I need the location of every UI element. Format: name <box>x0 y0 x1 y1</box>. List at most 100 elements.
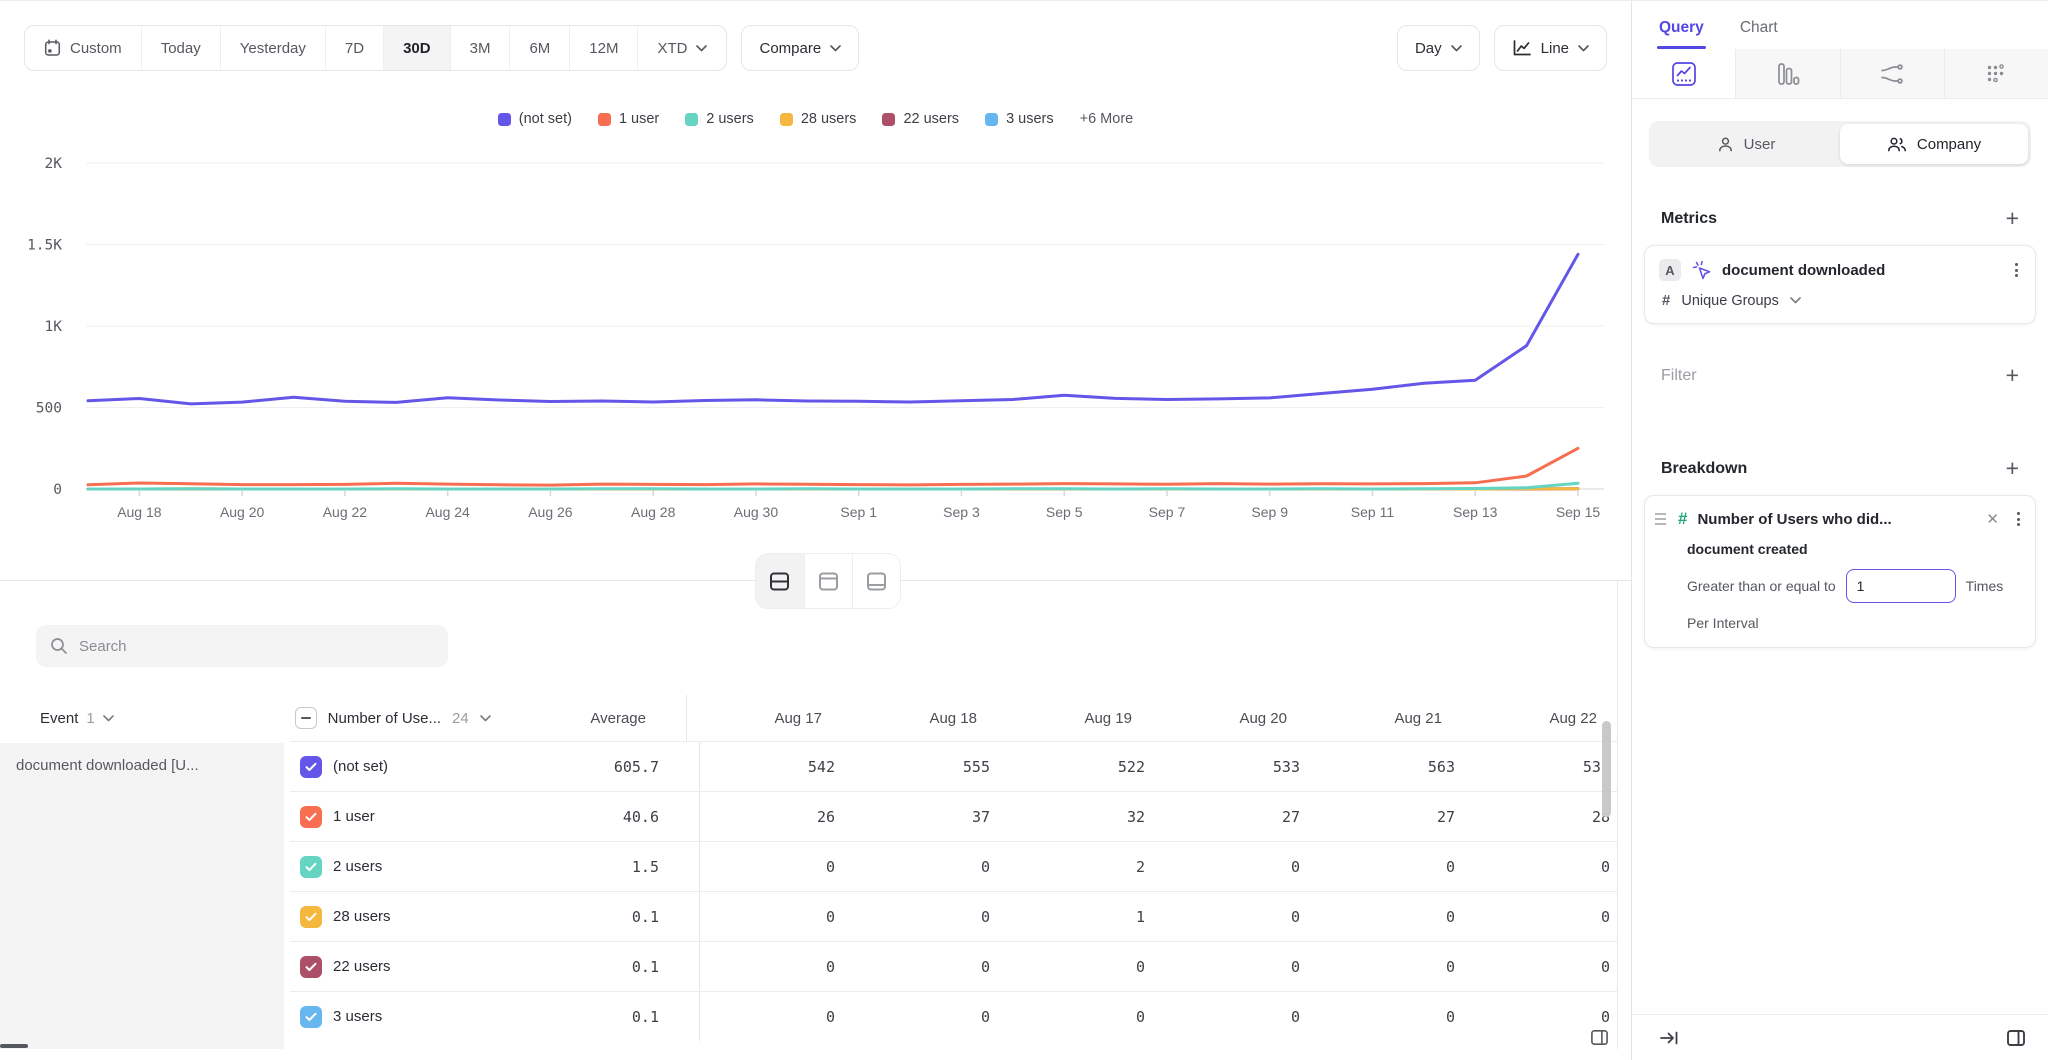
interval-button[interactable]: Day <box>1397 25 1480 71</box>
breakdown-property-name[interactable]: Number of Users who did... <box>1697 511 1971 528</box>
add-filter-button[interactable]: + <box>2006 364 2019 387</box>
series-checkbox[interactable] <box>300 956 322 978</box>
legend-more[interactable]: +6 More <box>1080 111 1134 127</box>
condition-value-input[interactable] <box>1846 569 1956 603</box>
range-custom[interactable]: Custom <box>25 26 141 70</box>
compare-button[interactable]: Compare <box>741 25 859 71</box>
legend-label: (not set) <box>519 111 572 127</box>
range-3m[interactable]: 3M <box>450 26 510 70</box>
measure-selector[interactable]: # Unique Groups <box>1659 292 2021 309</box>
date-column-header[interactable]: Aug 22 <box>1462 710 1617 727</box>
expand-panel-icon[interactable] <box>1590 1028 1609 1052</box>
legend-swatch <box>985 113 998 126</box>
event-column-header[interactable]: Event 1 <box>0 710 285 727</box>
tab-chart[interactable]: Chart <box>1740 19 1778 49</box>
chart-type-bar-tab[interactable] <box>1736 49 1840 98</box>
metric-more-menu[interactable] <box>2012 260 2021 280</box>
series-checkbox[interactable] <box>300 1006 322 1028</box>
series-name-cell: 28 users <box>290 906 570 928</box>
legend-item[interactable]: (not set) <box>498 111 572 127</box>
per-interval-label[interactable]: Per Interval <box>1687 615 2023 631</box>
filter-section-header: Filter + <box>1661 364 2019 387</box>
condition-label[interactable]: Greater than or equal to <box>1687 578 1836 594</box>
add-metric-button[interactable]: + <box>2006 207 2019 230</box>
legend-item[interactable]: 3 users <box>985 111 1054 127</box>
series-checkbox[interactable] <box>300 756 322 778</box>
compare-label: Compare <box>759 40 821 57</box>
entity-user-label: User <box>1744 136 1776 153</box>
x-tick-label: Sep 3 <box>943 504 980 520</box>
chart-type-flow-tab[interactable] <box>1841 49 1945 98</box>
series-checkbox[interactable] <box>300 906 322 928</box>
legend-item[interactable]: 1 user <box>598 111 659 127</box>
series-line-0[interactable] <box>88 254 1578 404</box>
panel-layout-icon[interactable] <box>2006 1028 2026 1048</box>
tab-query[interactable]: Query <box>1659 19 1704 49</box>
legend-label: 2 users <box>706 111 754 127</box>
legend-item[interactable]: 28 users <box>780 111 857 127</box>
average-column-header[interactable]: Average <box>559 695 687 741</box>
date-column-header[interactable]: Aug 19 <box>997 710 1152 727</box>
select-all-checkbox[interactable] <box>295 707 317 729</box>
x-tick-label: Sep 5 <box>1046 504 1083 520</box>
data-cell: 32 <box>1010 808 1165 826</box>
table-header-row: Event 1 Number of Use... 24 <box>0 695 1617 741</box>
table-horizontal-scrollbar[interactable] <box>0 1044 28 1048</box>
series-name-cell: 22 users <box>290 956 570 978</box>
chart-type-button[interactable]: Line <box>1494 25 1607 71</box>
range-30d[interactable]: 30D <box>383 26 450 70</box>
date-column-header[interactable]: Aug 21 <box>1307 710 1462 727</box>
legend-item[interactable]: 22 users <box>882 111 959 127</box>
series-label: 2 users <box>333 858 382 875</box>
average-value: 1.5 <box>570 842 700 891</box>
panel-tabs: Query Chart <box>1632 1 2048 49</box>
chart-type-scatter-tab[interactable] <box>1945 49 2048 98</box>
event-name[interactable]: document downloaded [U... <box>0 743 284 1049</box>
entity-company-segment[interactable]: Company <box>1840 124 2028 164</box>
series-label: 1 user <box>333 808 375 825</box>
date-column-headers: Aug 17Aug 18Aug 19Aug 20Aug 21Aug 22 <box>687 710 1617 727</box>
range-6m[interactable]: 6M <box>509 26 569 70</box>
data-cell: 542 <box>700 758 855 776</box>
breakdown-event-name[interactable]: document created <box>1687 541 2023 557</box>
chart-type-line-tab[interactable] <box>1632 49 1736 98</box>
legend-item[interactable]: 2 users <box>685 111 754 127</box>
entity-user-segment[interactable]: User <box>1652 124 1840 164</box>
data-cell: 0 <box>855 858 1010 876</box>
line-chart: 2K1.5K1K5000Aug 18Aug 20Aug 22Aug 24Aug … <box>0 141 1631 528</box>
series-line-1[interactable] <box>88 448 1578 485</box>
range-today[interactable]: Today <box>141 26 220 70</box>
table-vertical-scrollbar[interactable] <box>1602 721 1611 817</box>
add-breakdown-button[interactable]: + <box>2006 457 2019 480</box>
metric-card[interactable]: A document downloaded # Unique Groups <box>1644 245 2036 324</box>
range-12m[interactable]: 12M <box>569 26 637 70</box>
data-cell: 1 <box>1010 908 1165 926</box>
series-checkbox[interactable] <box>300 806 322 828</box>
table-body: document downloaded [U... (not set)605.7… <box>0 741 1617 1049</box>
collapse-panel-icon[interactable] <box>1659 1030 1679 1046</box>
date-column-header[interactable]: Aug 18 <box>842 710 997 727</box>
remove-breakdown-icon[interactable]: ✕ <box>1981 510 2004 528</box>
range-7d[interactable]: 7D <box>325 26 383 70</box>
metric-name: document downloaded <box>1722 262 2002 279</box>
panel-footer <box>1632 1014 2048 1060</box>
search-input[interactable] <box>79 638 434 655</box>
range-label: 7D <box>345 40 364 57</box>
series-name-cell: 1 user <box>290 806 570 828</box>
series-checkbox[interactable] <box>300 856 322 878</box>
metrics-title: Metrics <box>1661 210 1717 228</box>
date-column-header[interactable]: Aug 17 <box>687 710 842 727</box>
group-header-label[interactable]: Number of Use... <box>328 710 441 727</box>
breakdown-table: Event 1 Number of Use... 24 <box>0 695 1617 1049</box>
number-property-icon: # <box>1678 509 1687 529</box>
range-label: 30D <box>403 40 431 57</box>
breakdown-more-menu[interactable] <box>2014 509 2023 529</box>
x-tick-label: Sep 7 <box>1149 504 1186 520</box>
drag-handle-icon[interactable] <box>1653 511 1668 526</box>
date-column-header[interactable]: Aug 20 <box>1152 710 1307 727</box>
series-name-cell: (not set) <box>290 756 570 778</box>
legend-label: 1 user <box>619 111 659 127</box>
average-value: 0.1 <box>570 942 700 991</box>
range-yesterday[interactable]: Yesterday <box>220 26 325 70</box>
range-xtd[interactable]: XTD <box>637 26 726 70</box>
